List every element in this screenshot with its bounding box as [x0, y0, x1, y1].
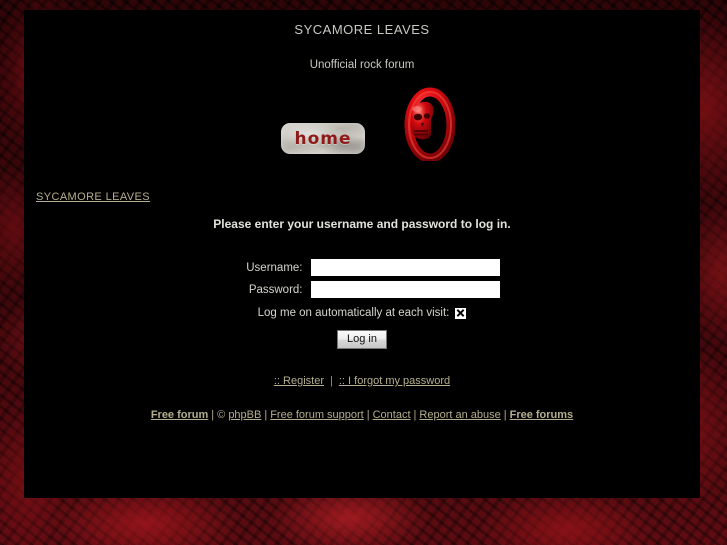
forgot-password-link[interactable]: :: I forgot my password — [339, 375, 450, 387]
breadcrumb: SYCAMORE LEAVES — [24, 191, 700, 203]
content-panel: SYCAMORE LEAVES Unofficial rock forum ho… — [24, 10, 700, 498]
footer-link-report-abuse[interactable]: Report an abuse — [419, 409, 500, 421]
footer-link-free-forum[interactable]: Free forum — [151, 409, 208, 421]
password-row: Password: — [24, 281, 700, 298]
username-label: Username: — [246, 261, 303, 274]
secondary-links-separator: | — [330, 375, 333, 387]
login-form: Username: Password: Log me on automatica… — [24, 259, 700, 349]
login-heading: Please enter your username and password … — [213, 217, 511, 231]
login-submit-button[interactable]: Log in — [337, 330, 387, 349]
login-button-row: Log in — [24, 330, 700, 349]
footer-link-contact[interactable]: Contact — [373, 409, 411, 421]
register-link[interactable]: :: Register — [274, 375, 324, 387]
home-button-label: home — [294, 128, 352, 149]
site-description: Unofficial rock forum — [309, 59, 415, 71]
footer-link-free-forums[interactable]: Free forums — [510, 409, 574, 421]
password-input[interactable] — [310, 281, 500, 298]
autologin-label: Log me on automatically at each visit: — [257, 307, 450, 319]
autologin-checkbox[interactable] — [455, 307, 467, 319]
footer-link-phpbb[interactable]: phpBB — [228, 409, 261, 421]
footer-link-free-forum-support[interactable]: Free forum support — [270, 409, 364, 421]
username-row: Username: — [24, 259, 700, 276]
password-label: Password: — [248, 283, 303, 296]
secondary-links: :: Register |:: I forgot my password — [24, 375, 700, 387]
breadcrumb-item-sycamore-leaves[interactable]: SYCAMORE LEAVES — [36, 191, 150, 203]
site-title: SYCAMORE LEAVES — [294, 22, 430, 37]
site-header: SYCAMORE LEAVES Unofficial rock forum ho… — [24, 10, 700, 165]
footer-copyright-symbol: © — [217, 409, 226, 421]
footer-separator-5: | — [503, 409, 507, 421]
footer: Free forum | © phpBB | Free forum support | Co… — [24, 409, 700, 421]
logo-row: home — [24, 87, 700, 165]
footer-separator-2: | — [264, 409, 268, 421]
footer-separator-1: | — [211, 409, 215, 421]
home-button[interactable]: home — [281, 123, 365, 154]
username-input[interactable] — [310, 259, 500, 276]
red-skull-logo-icon — [401, 87, 456, 163]
footer-separator-3: | — [366, 409, 370, 421]
autologin-row: Log me on automatically at each visit: — [24, 307, 700, 319]
